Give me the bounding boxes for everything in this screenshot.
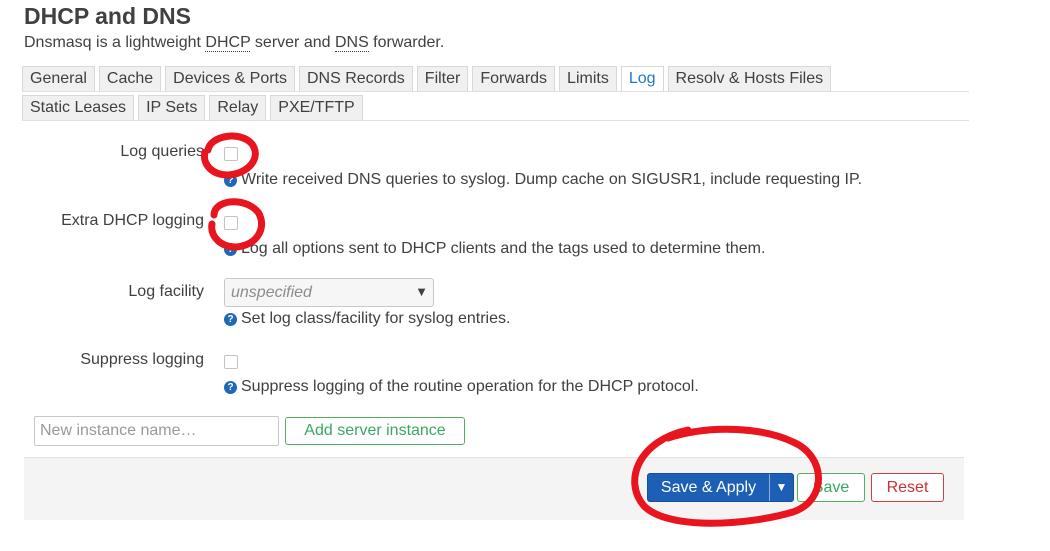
tab-relay[interactable]: Relay <box>209 95 267 120</box>
log-queries-help-text: Write received DNS queries to syslog. Du… <box>241 171 863 188</box>
tab-bar-row-1: General Cache Devices & Ports DNS Record… <box>22 66 832 91</box>
question-circle-icon: ? <box>224 173 237 187</box>
tab-forwards[interactable]: Forwards <box>472 66 556 91</box>
tab-resolv-hosts-files[interactable]: Resolv & Hosts Files <box>667 66 832 91</box>
tab-devices-ports[interactable]: Devices & Ports <box>165 66 295 91</box>
log-facility-label: Log facility <box>128 283 204 300</box>
save-apply-label[interactable]: Save & Apply <box>648 474 769 501</box>
new-instance-name-input[interactable] <box>34 416 279 446</box>
description-text: forwarder. <box>368 34 445 51</box>
dhcp-dns-page: DHCP and DNS Dnsmasq is a lightweight DH… <box>0 0 1050 551</box>
tab-ip-sets[interactable]: IP Sets <box>138 95 206 120</box>
page-title: DHCP and DNS <box>24 3 191 29</box>
tab-divider <box>22 120 969 121</box>
reset-button[interactable]: Reset <box>871 473 944 502</box>
log-queries-checkbox[interactable] <box>224 147 238 161</box>
caret-down-icon: ▼ <box>415 284 428 299</box>
tab-pxe-tftp[interactable]: PXE/TFTP <box>270 95 363 120</box>
suppress-logging-help-text: Suppress logging of the routine operatio… <box>241 378 699 395</box>
extra-dhcp-logging-help-text: Log all options sent to DHCP clients and… <box>241 240 766 257</box>
question-circle-icon: ? <box>224 312 237 326</box>
add-server-instance-button[interactable]: Add server instance <box>285 417 465 445</box>
tab-log[interactable]: Log <box>620 66 664 91</box>
log-facility-selected-value: unspecified <box>231 284 312 301</box>
suppress-logging-checkbox[interactable] <box>224 355 238 369</box>
dns-abbreviation: DNS <box>334 34 369 52</box>
extra-dhcp-logging-label: Extra DHCP logging <box>61 212 204 229</box>
log-facility-help: ? Set log class/facility for syslog entr… <box>224 310 510 328</box>
tab-dns-records[interactable]: DNS Records <box>298 66 413 91</box>
save-apply-button[interactable]: Save & Apply ▼ <box>647 473 794 502</box>
log-queries-help: ? Write received DNS queries to syslog. … <box>224 171 862 189</box>
tab-general[interactable]: General <box>22 66 95 91</box>
question-circle-icon: ? <box>224 242 237 256</box>
log-queries-label: Log queries <box>120 143 204 160</box>
question-circle-icon: ? <box>224 380 237 394</box>
extra-dhcp-logging-checkbox[interactable] <box>224 216 238 230</box>
tab-filter[interactable]: Filter <box>416 66 469 91</box>
tab-divider <box>22 91 969 92</box>
log-facility-select[interactable]: unspecified ▼ <box>224 278 434 307</box>
caret-down-icon[interactable]: ▼ <box>769 474 793 501</box>
page-description: Dnsmasq is a lightweight DHCP server and… <box>24 34 444 52</box>
extra-dhcp-logging-help: ? Log all options sent to DHCP clients a… <box>224 240 765 258</box>
suppress-logging-label: Suppress logging <box>80 351 204 368</box>
save-button[interactable]: Save <box>797 473 865 502</box>
description-text: server and <box>250 34 335 51</box>
log-facility-help-text: Set log class/facility for syslog entrie… <box>241 310 511 327</box>
tab-limits[interactable]: Limits <box>559 66 617 91</box>
tab-cache[interactable]: Cache <box>98 66 162 91</box>
dhcp-abbreviation: DHCP <box>205 34 251 52</box>
description-text: Dnsmasq is a lightweight <box>24 34 206 51</box>
tab-static-leases[interactable]: Static Leases <box>22 95 135 120</box>
tab-bar-row-2: Static Leases IP Sets Relay PXE/TFTP <box>22 95 363 120</box>
suppress-logging-help: ? Suppress logging of the routine operat… <box>224 378 699 396</box>
